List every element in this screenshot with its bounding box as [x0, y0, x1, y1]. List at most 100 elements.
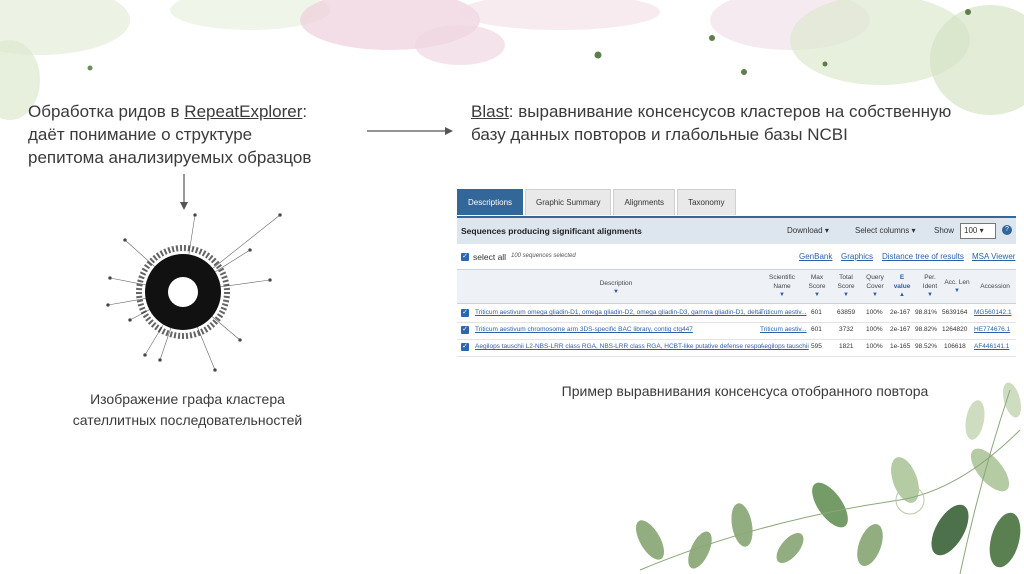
right-description: Blast: выравнивание консенсусов кластеро…	[471, 100, 1023, 146]
row-accession[interactable]: AF446141.1	[974, 343, 1009, 350]
selection-row: ✓ select all 100 sequences selected GenB…	[457, 249, 1016, 267]
select-all-checkbox[interactable]: ✓	[461, 253, 469, 261]
row-e-value: 2e-167	[890, 326, 911, 333]
row-total-score: 1821	[839, 343, 854, 350]
results-toolbar: Sequences producing significant alignmen…	[457, 216, 1016, 244]
col-query-cover-line2: Cover	[866, 283, 884, 290]
row-e-value: 2e-167	[890, 309, 911, 316]
distance-tree-link[interactable]: Distance tree of results	[882, 252, 964, 261]
left-line3: репитома анализируемых образцов	[28, 148, 312, 167]
row-per-ident: 98.81%	[915, 309, 938, 316]
row-query-cover: 100%	[866, 326, 883, 333]
table-row[interactable]: ✓ Aegilops tauschii L2-NBS-LRR class RGA…	[457, 339, 1016, 357]
col-per-ident[interactable]: Per. Ident ▼	[917, 273, 943, 300]
section-title: Sequences producing significant alignmen…	[461, 226, 642, 236]
right-line1-rest: : выравнивание консенсусов кластеров на …	[508, 102, 952, 121]
col-description-label: Description	[599, 280, 633, 287]
select-columns-label: Select columns	[855, 226, 910, 235]
cluster-graph-image	[106, 213, 282, 372]
tab-descriptions[interactable]: Descriptions	[457, 189, 524, 215]
tab-taxonomy[interactable]: Taxonomy	[677, 189, 736, 215]
col-e-value[interactable]: Evalue ▲	[889, 273, 915, 300]
col-sci-name-line2: Name	[773, 283, 791, 290]
chevron-down-icon: ▾	[911, 226, 916, 235]
col-sci-name-line1: Scientific	[768, 274, 795, 281]
help-icon[interactable]: ?	[1002, 225, 1012, 235]
left-line2: даёт понимание о структуре	[28, 125, 253, 144]
genbank-link[interactable]: GenBank	[799, 252, 832, 261]
row-query-cover: 100%	[866, 309, 883, 316]
row-sci-name[interactable]: Triticum aestiv...	[760, 326, 807, 333]
msa-viewer-link[interactable]: MSA Viewer	[972, 252, 1015, 261]
left-line1-prefix: Обработка ридов в	[28, 102, 185, 121]
row-checkbox[interactable]: ✓	[461, 343, 469, 351]
col-e-value-line1: E	[899, 274, 905, 281]
blast-tabs: Descriptions Graphic Summary Alignments …	[457, 189, 738, 216]
row-checkbox[interactable]: ✓	[461, 326, 469, 334]
blast-results-panel: Descriptions Graphic Summary Alignments …	[457, 189, 1016, 357]
table-row[interactable]: ✓ Triticum aestivum chromosome arm 3DS-s…	[457, 322, 1016, 340]
row-acc-len: 1264820	[942, 326, 968, 333]
row-checkbox[interactable]: ✓	[461, 309, 469, 317]
repeatexplorer-link[interactable]: RepeatExplorer	[184, 102, 302, 121]
table-row[interactable]: ✓ Triticum aestivum omega gliadin-D1, om…	[457, 305, 1016, 323]
col-per-ident-line1: Per.	[924, 274, 936, 281]
arrow-down-icon	[180, 174, 188, 210]
left-line1-suffix: :	[302, 102, 308, 121]
tab-alignments[interactable]: Alignments	[613, 189, 676, 215]
row-sci-name[interactable]: Aegilops tauschii	[760, 343, 809, 350]
cluster-caption-line2: сателлитных последовательностей	[72, 412, 303, 428]
show-label: Show	[934, 226, 955, 235]
row-acc-len: 106618	[944, 343, 966, 350]
left-description: Обработка ридов в RepeatExplorer: даёт п…	[28, 100, 368, 169]
row-total-score: 63859	[837, 309, 856, 316]
col-total-score-line1: Total	[839, 274, 853, 281]
row-max-score: 595	[811, 343, 822, 350]
slide: Обработка ридов в RepeatExplorer: даёт п…	[0, 0, 1024, 574]
col-max-score-line1: Max	[810, 274, 824, 281]
select-all-label[interactable]: select all	[473, 252, 506, 262]
col-total-score[interactable]: Total Score ▼	[833, 273, 859, 300]
row-description[interactable]: Triticum aestivum chromosome arm 3DS-spe…	[475, 326, 693, 333]
tab-graphic-summary[interactable]: Graphic Summary	[525, 189, 612, 215]
row-accession[interactable]: HE774676.1	[974, 326, 1010, 333]
col-accession[interactable]: Accession	[975, 282, 1015, 291]
col-total-score-line2: Score	[837, 283, 855, 290]
col-query-cover[interactable]: Query Cover ▼	[862, 273, 888, 300]
row-description[interactable]: Aegilops tauschii L2-NBS-LRR class RGA, …	[475, 343, 767, 350]
col-query-cover-line1: Query	[866, 274, 884, 281]
col-sci-name[interactable]: Scientific Name ▼	[762, 273, 802, 300]
table-header: Description ▼ Scientific Name ▼ Max Score ▼ T…	[457, 269, 1016, 304]
select-columns-menu[interactable]: Select columns ▾	[855, 226, 916, 235]
col-e-value-line2: value	[893, 283, 911, 290]
col-acc-len-label: Acc. Len	[944, 279, 970, 286]
col-per-ident-line2: Ident	[922, 283, 938, 290]
row-per-ident: 98.52%	[915, 343, 938, 350]
col-max-score[interactable]: Max Score ▼	[805, 273, 829, 300]
right-line2: базу данных повторов и глабольные базы N…	[471, 125, 848, 144]
row-sci-name[interactable]: Triticum aestiv...	[760, 309, 807, 316]
graphics-link[interactable]: Graphics	[841, 252, 873, 261]
show-count-select[interactable]: 100 ▾	[960, 223, 996, 239]
selected-count: 100 sequences selected	[511, 253, 576, 259]
col-max-score-line2: Score	[808, 283, 826, 290]
cluster-caption: Изображение графа кластера сателлитных п…	[40, 389, 335, 431]
row-max-score: 601	[811, 309, 822, 316]
row-description[interactable]: Triticum aestivum omega gliadin-D1, omeg…	[475, 309, 769, 316]
blast-link[interactable]: Blast	[471, 102, 509, 121]
col-accession-label: Accession	[980, 283, 1010, 290]
blast-caption: Пример выравнивания консенсуса отобранно…	[561, 383, 929, 399]
row-total-score: 3732	[839, 326, 854, 333]
row-per-ident: 98.82%	[915, 326, 938, 333]
row-query-cover: 100%	[866, 343, 883, 350]
col-acc-len[interactable]: Acc. Len ▼	[941, 278, 973, 296]
download-label: Download	[787, 226, 823, 235]
row-acc-len: 5639164	[942, 309, 968, 316]
show-count-value: 100	[964, 226, 978, 235]
arrow-right-icon	[367, 127, 453, 135]
col-description[interactable]: Description ▼	[557, 279, 675, 297]
row-e-value: 1e-165	[890, 343, 911, 350]
download-menu[interactable]: Download ▾	[787, 226, 829, 235]
cluster-caption-line1: Изображение графа кластера	[90, 391, 285, 407]
row-accession[interactable]: MG560142.1	[974, 309, 1012, 316]
